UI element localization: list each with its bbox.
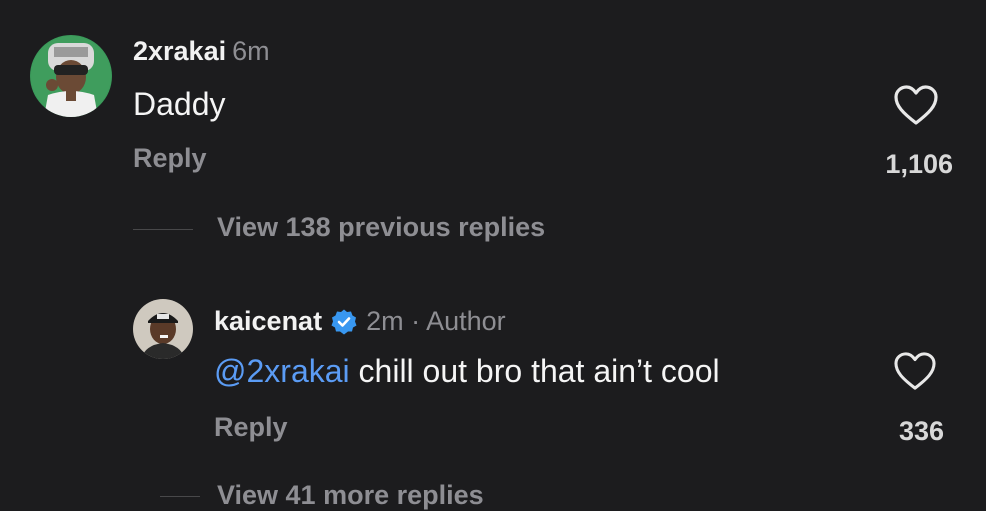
comment-text: Daddy [133,86,226,122]
reply-meta: 2m · Author [366,306,506,336]
verified-badge-icon [330,308,358,336]
username-text[interactable]: kaicenat [214,306,322,337]
timestamp: 6m [232,36,270,66]
avatar-photo [30,35,112,117]
avatar-kaicenat[interactable] [133,299,193,359]
heart-outline-icon[interactable] [893,351,937,391]
avatar-2xrakai[interactable] [30,35,112,117]
reply-button[interactable]: Reply [133,143,207,174]
username-text[interactable]: 2xrakai [133,36,226,66]
mention-link[interactable]: @2xrakai [214,353,350,389]
reply-text: @2xrakai chill out bro that ain’t cool [214,353,720,390]
like-count: 336 [898,416,944,446]
like-count: 1,106 [885,149,953,179]
thread-divider-line [133,229,193,230]
view-more-replies-link[interactable]: View 41 more replies [217,480,484,511]
heart-outline-icon[interactable] [893,84,939,126]
reply-username-row: kaicenat 2m · Author [214,306,506,337]
avatar-photo [133,299,193,359]
thread-divider-line [160,496,200,497]
reply-button[interactable]: Reply [214,412,288,443]
view-previous-replies-link[interactable]: View 138 previous replies [217,212,545,243]
reply-body: chill out bro that ain’t cool [349,353,720,389]
comment-username[interactable]: 2xrakai 6m [133,36,270,67]
